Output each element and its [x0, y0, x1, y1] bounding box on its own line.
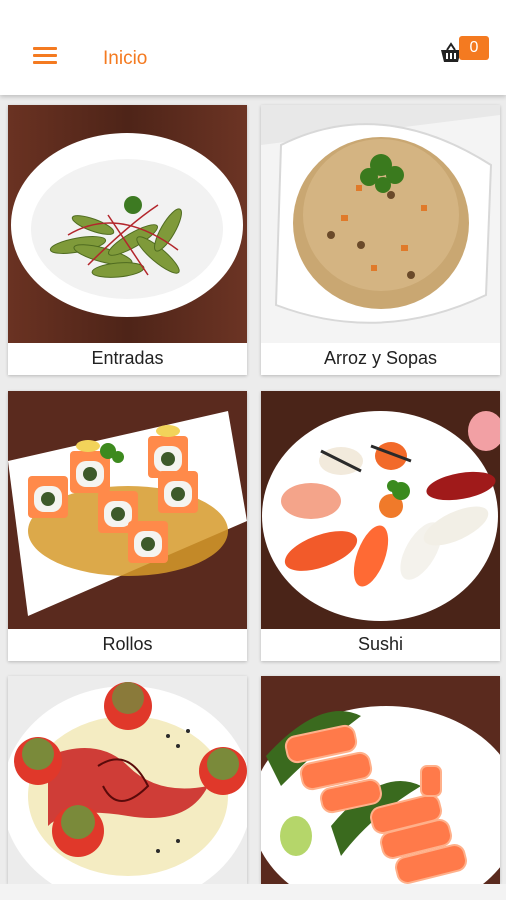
category-label: Arroz y Sopas — [261, 343, 500, 375]
entradas-image — [8, 105, 247, 343]
cart-count-badge: 0 — [459, 36, 489, 60]
category-label: Entradas — [8, 343, 247, 375]
category-card-arroz-y-sopas[interactable]: Arroz y Sopas — [261, 105, 500, 375]
category-card-entradas[interactable]: Entradas — [8, 105, 247, 375]
page-title: Inicio — [103, 48, 148, 69]
bottom-edge — [0, 884, 506, 900]
tuna-tartare-image — [8, 676, 247, 884]
sushi-image — [261, 391, 500, 629]
category-card-6[interactable] — [261, 676, 500, 884]
category-card-sushi[interactable]: Sushi — [261, 391, 500, 661]
hamburger-menu-icon[interactable] — [30, 44, 60, 68]
category-card-5[interactable] — [8, 676, 247, 884]
category-label: Sushi — [261, 629, 500, 661]
cart-button[interactable]: 0 — [440, 36, 490, 68]
rollos-image — [8, 391, 247, 629]
category-card-rollos[interactable]: Rollos — [8, 391, 247, 661]
salmon-sashimi-image — [261, 676, 500, 884]
category-label: Rollos — [8, 629, 247, 661]
arroz-y-sopas-image — [261, 105, 500, 343]
app-bar: Inicio 0 — [0, 0, 506, 95]
